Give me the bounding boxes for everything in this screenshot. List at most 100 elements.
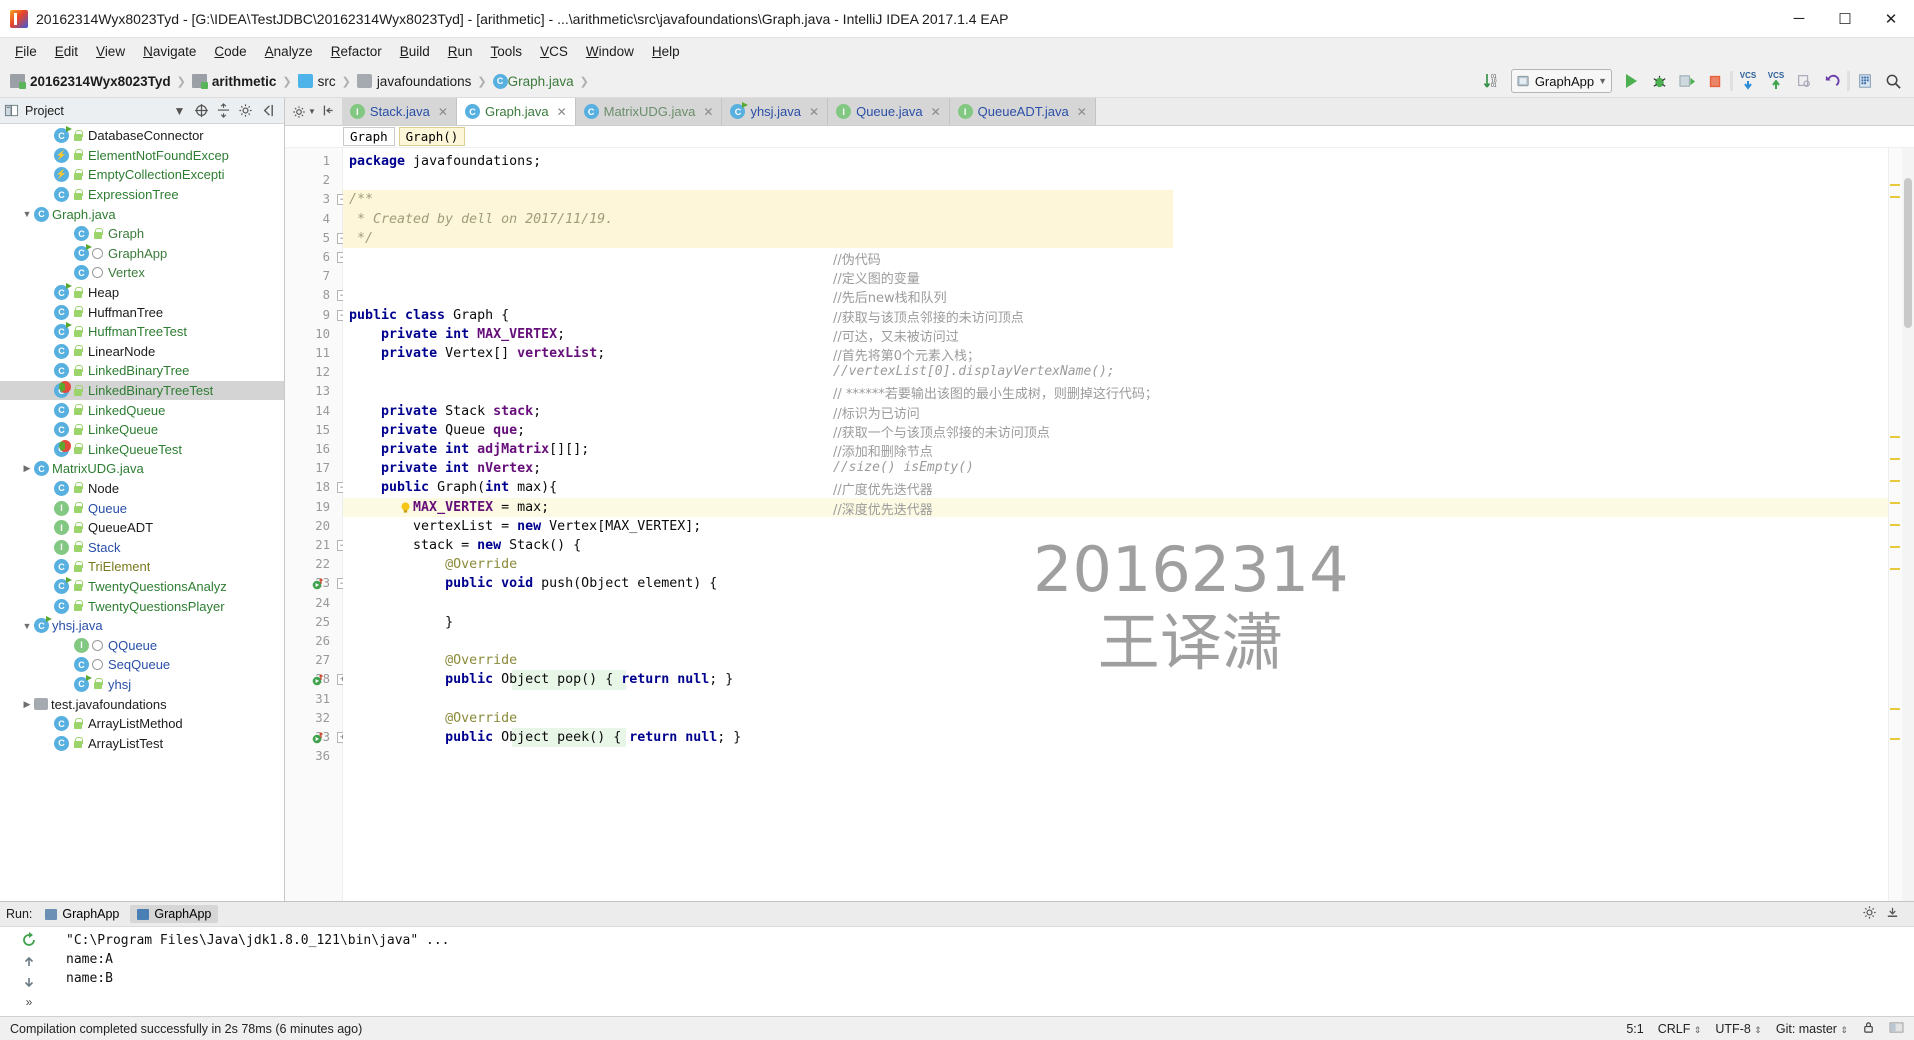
code-line[interactable]: private Vertex[] vertexList; bbox=[349, 344, 605, 363]
scrollbar-thumb[interactable] bbox=[1904, 178, 1912, 328]
code-editor[interactable]: 123−45−6−78−9−101112131415161718−192021−… bbox=[285, 148, 1914, 901]
run-tab-0[interactable]: GraphApp bbox=[38, 905, 126, 923]
up-arrow-icon[interactable] bbox=[18, 955, 40, 969]
tree-item-arraylistmethod[interactable]: C ArrayListMethod bbox=[0, 714, 284, 734]
tree-item-huffmantree[interactable]: C HuffmanTree bbox=[0, 302, 284, 322]
tree-item-twentyquestionsanalyz[interactable]: C TwentyQuestionsAnalyz bbox=[0, 576, 284, 597]
error-stripe-marker[interactable] bbox=[1890, 196, 1900, 198]
error-stripe-marker[interactable] bbox=[1890, 436, 1900, 438]
tree-item-queue[interactable]: I Queue bbox=[0, 498, 284, 518]
maximize-button[interactable]: ☐ bbox=[1822, 0, 1868, 38]
run-with-coverage-button[interactable] bbox=[1674, 68, 1700, 94]
menu-view[interactable]: View bbox=[87, 41, 134, 62]
menu-code[interactable]: Code bbox=[205, 41, 255, 62]
error-stripe-marker[interactable] bbox=[1890, 546, 1900, 548]
code-text-area[interactable]: 20162314 王译潇 package javafoundations; /**… bbox=[343, 148, 1888, 901]
settings-gear-icon[interactable] bbox=[1862, 905, 1877, 923]
chevron-right-icon[interactable]: ▶ bbox=[20, 699, 34, 710]
code-line[interactable]: private int adjMatrix [][]; bbox=[349, 440, 589, 459]
tree-item-arraylisttest[interactable]: C ArrayListTest bbox=[0, 733, 284, 753]
menu-tools[interactable]: Tools bbox=[482, 41, 532, 62]
code-line[interactable]: stack = new Stack() { bbox=[349, 536, 581, 555]
menu-window[interactable]: Window bbox=[577, 41, 643, 62]
down-arrow-icon[interactable] bbox=[18, 975, 40, 989]
code-line[interactable]: vertexList = new Vertex[MAX_VERTEX]; bbox=[349, 517, 701, 536]
tree-item-twentyquestionsplayer[interactable]: C TwentyQuestionsPlayer bbox=[0, 596, 284, 616]
error-stripe-marker[interactable] bbox=[1890, 568, 1900, 570]
editor-tab-matrixudg-java[interactable]: C MatrixUDG.java ✕ bbox=[575, 98, 723, 125]
tree-item-test-javafoundations[interactable]: ▶ test.javafoundations bbox=[0, 694, 284, 714]
encoding[interactable]: UTF-8 ⇕ bbox=[1715, 1022, 1761, 1036]
code-line[interactable]: public void push(Object element) { bbox=[349, 574, 717, 593]
tree-item-heap[interactable]: C Heap bbox=[0, 283, 284, 303]
tree-item-node[interactable]: C Node bbox=[0, 479, 284, 499]
error-stripe-marker[interactable] bbox=[1890, 738, 1900, 740]
tree-item-vertex[interactable]: C Vertex bbox=[0, 263, 284, 283]
chevron-down-icon[interactable]: ▼ bbox=[171, 102, 188, 119]
chevron-down-icon[interactable]: ▼ bbox=[20, 209, 34, 219]
hide-panel-icon[interactable] bbox=[322, 104, 335, 120]
code-line[interactable]: private int MAX_VERTEX; bbox=[349, 325, 565, 344]
tree-item-yhsj-java[interactable]: ▼ Cyhsj.java bbox=[0, 616, 284, 636]
tree-item-huffmantreetest[interactable]: C HuffmanTreeTest bbox=[0, 322, 284, 342]
debug-button[interactable] bbox=[1646, 68, 1672, 94]
menu-file[interactable]: File bbox=[6, 41, 46, 62]
menu-edit[interactable]: Edit bbox=[46, 41, 87, 62]
chevron-right-icon[interactable]: ▶ bbox=[20, 463, 34, 474]
tree-item-emptycollectionexcepti[interactable]: ⚡ EmptyCollectionExcepti bbox=[0, 165, 284, 185]
editor-tab-yhsj-java[interactable]: Cyhsj.java ✕ bbox=[722, 98, 829, 125]
close-icon[interactable]: ✕ bbox=[438, 105, 448, 119]
tree-item-linkequeuetest[interactable]: C LinkeQueueTest bbox=[0, 439, 284, 460]
menu-help[interactable]: Help bbox=[643, 41, 689, 62]
run-gutter-icon[interactable] bbox=[312, 578, 324, 590]
minimize-panel-icon[interactable] bbox=[1885, 905, 1900, 923]
tree-item-trielement[interactable]: C TriElement bbox=[0, 557, 284, 577]
menu-run[interactable]: Run bbox=[439, 41, 482, 62]
chevron-down-icon[interactable]: ▼ bbox=[20, 621, 34, 631]
more-options-icon[interactable]: » bbox=[18, 995, 40, 1009]
compare-with-icon[interactable]: 01 10 01 bbox=[1479, 68, 1505, 94]
code-line[interactable]: private Queue que; bbox=[349, 421, 525, 440]
close-icon[interactable]: ✕ bbox=[557, 105, 567, 119]
project-tree[interactable]: C DatabaseConnector ⚡ ElementNotFoundExcep ⚡… bbox=[0, 124, 284, 901]
run-gutter-icon[interactable] bbox=[312, 674, 324, 686]
vcs-commit-button[interactable]: VCS bbox=[1763, 68, 1789, 94]
tree-item-queueadt[interactable]: I QueueADT bbox=[0, 518, 284, 538]
code-line[interactable]: public class Graph { bbox=[349, 306, 509, 325]
code-line[interactable]: * Created by dell on 2017/11/19. bbox=[349, 210, 613, 229]
memory-indicator[interactable] bbox=[1889, 1021, 1904, 1037]
caret-position[interactable]: 5:1 bbox=[1626, 1022, 1643, 1036]
error-stripe-marker[interactable] bbox=[1890, 458, 1900, 460]
intention-bulb-icon[interactable] bbox=[399, 501, 412, 514]
undo-icon[interactable] bbox=[1819, 68, 1845, 94]
code-line[interactable]: public Object pop() { return null; } bbox=[349, 670, 733, 689]
vcs-update-button[interactable]: VCS bbox=[1735, 68, 1761, 94]
settings-gear-icon[interactable]: ▼ bbox=[292, 105, 316, 119]
error-stripe-marker[interactable] bbox=[1890, 524, 1900, 526]
breadcrumb-item-arithmetic[interactable]: arithmetic bbox=[190, 69, 279, 94]
menu-refactor[interactable]: Refactor bbox=[322, 41, 391, 62]
tree-item-elementnotfoundexcep[interactable]: ⚡ ElementNotFoundExcep bbox=[0, 146, 284, 166]
breadcrumb-item-20162314wyx8023tyd[interactable]: 20162314Wyx8023Tyd bbox=[8, 69, 173, 94]
close-icon[interactable]: ✕ bbox=[703, 105, 713, 119]
git-branch[interactable]: Git: master ⇕ bbox=[1776, 1022, 1848, 1036]
editor-scrollbar[interactable] bbox=[1902, 148, 1914, 901]
code-line[interactable]: /** bbox=[349, 190, 373, 209]
vcs-history-icon[interactable] bbox=[1791, 68, 1817, 94]
tree-item-graph-java[interactable]: ▼ C Graph.java bbox=[0, 204, 284, 224]
rerun-button[interactable] bbox=[18, 931, 40, 949]
line-number-gutter[interactable]: 123−45−6−78−9−101112131415161718−192021−… bbox=[285, 148, 348, 901]
run-tab-1[interactable]: GraphApp bbox=[130, 905, 219, 923]
tree-item-linkedqueue[interactable]: C LinkedQueue bbox=[0, 400, 284, 420]
close-icon[interactable]: ✕ bbox=[931, 105, 941, 119]
code-line[interactable]: */ bbox=[349, 229, 373, 248]
scroll-from-source-icon[interactable] bbox=[193, 102, 210, 119]
code-line[interactable]: MAX_VERTEX = max; bbox=[349, 498, 549, 517]
collapse-all-icon[interactable] bbox=[215, 102, 232, 119]
menu-analyze[interactable]: Analyze bbox=[256, 41, 322, 62]
code-line[interactable]: public Graph(int max){ bbox=[349, 478, 557, 497]
error-stripe-marker[interactable] bbox=[1890, 708, 1900, 710]
minimize-button[interactable]: ─ bbox=[1776, 0, 1822, 38]
member-breadcrumb-graph[interactable]: Graph() bbox=[398, 127, 466, 146]
tree-item-matrixudg-java[interactable]: ▶ C MatrixUDG.java bbox=[0, 459, 284, 479]
